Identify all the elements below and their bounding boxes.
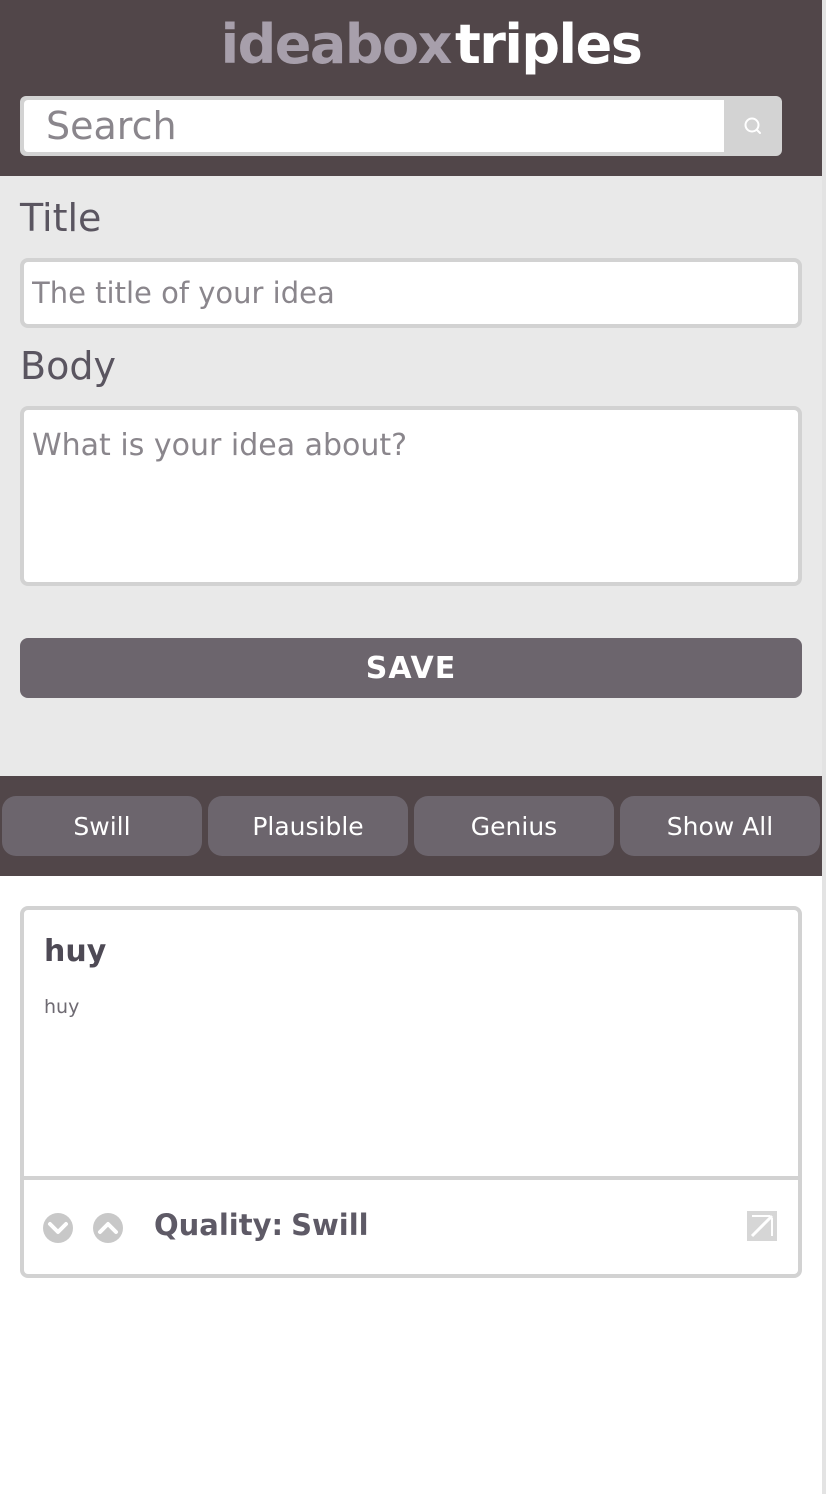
search-icon xyxy=(744,117,761,134)
app-header: ideaboxtriples xyxy=(0,0,822,176)
app-logo: ideaboxtriples xyxy=(0,12,826,78)
page-edge xyxy=(822,0,826,1494)
idea-card: huy huy Quality: Swill xyxy=(20,906,802,1278)
search-input[interactable] xyxy=(24,100,724,152)
title-label: Title xyxy=(20,196,102,240)
idea-form: Title Body SAVE xyxy=(0,176,822,776)
upvote-icon[interactable] xyxy=(92,1212,124,1244)
filter-show-all-button[interactable]: Show All xyxy=(620,796,820,856)
card-divider xyxy=(24,1176,798,1180)
filter-genius-button[interactable]: Genius xyxy=(414,796,614,856)
body-label: Body xyxy=(20,344,116,388)
quality-filter-bar: Swill Plausible Genius Show All xyxy=(0,776,822,876)
quality-indicator: Quality: Swill xyxy=(154,1208,369,1242)
filter-plausible-button[interactable]: Plausible xyxy=(208,796,408,856)
save-button[interactable]: SAVE xyxy=(20,638,802,698)
quality-label: Quality: xyxy=(154,1208,284,1242)
logo-part-triples: triples xyxy=(454,13,643,76)
delete-icon[interactable] xyxy=(746,1210,778,1242)
downvote-icon[interactable] xyxy=(42,1212,74,1244)
body-input[interactable] xyxy=(20,406,802,586)
search-bar xyxy=(20,96,782,156)
idea-title[interactable]: huy xyxy=(44,934,106,969)
logo-part-ideabox: ideabox xyxy=(220,13,453,76)
search-button[interactable] xyxy=(724,96,782,156)
title-input[interactable] xyxy=(20,258,802,328)
quality-value: Swill xyxy=(291,1208,369,1242)
idea-body[interactable]: huy xyxy=(44,996,79,1018)
filter-swill-button[interactable]: Swill xyxy=(2,796,202,856)
